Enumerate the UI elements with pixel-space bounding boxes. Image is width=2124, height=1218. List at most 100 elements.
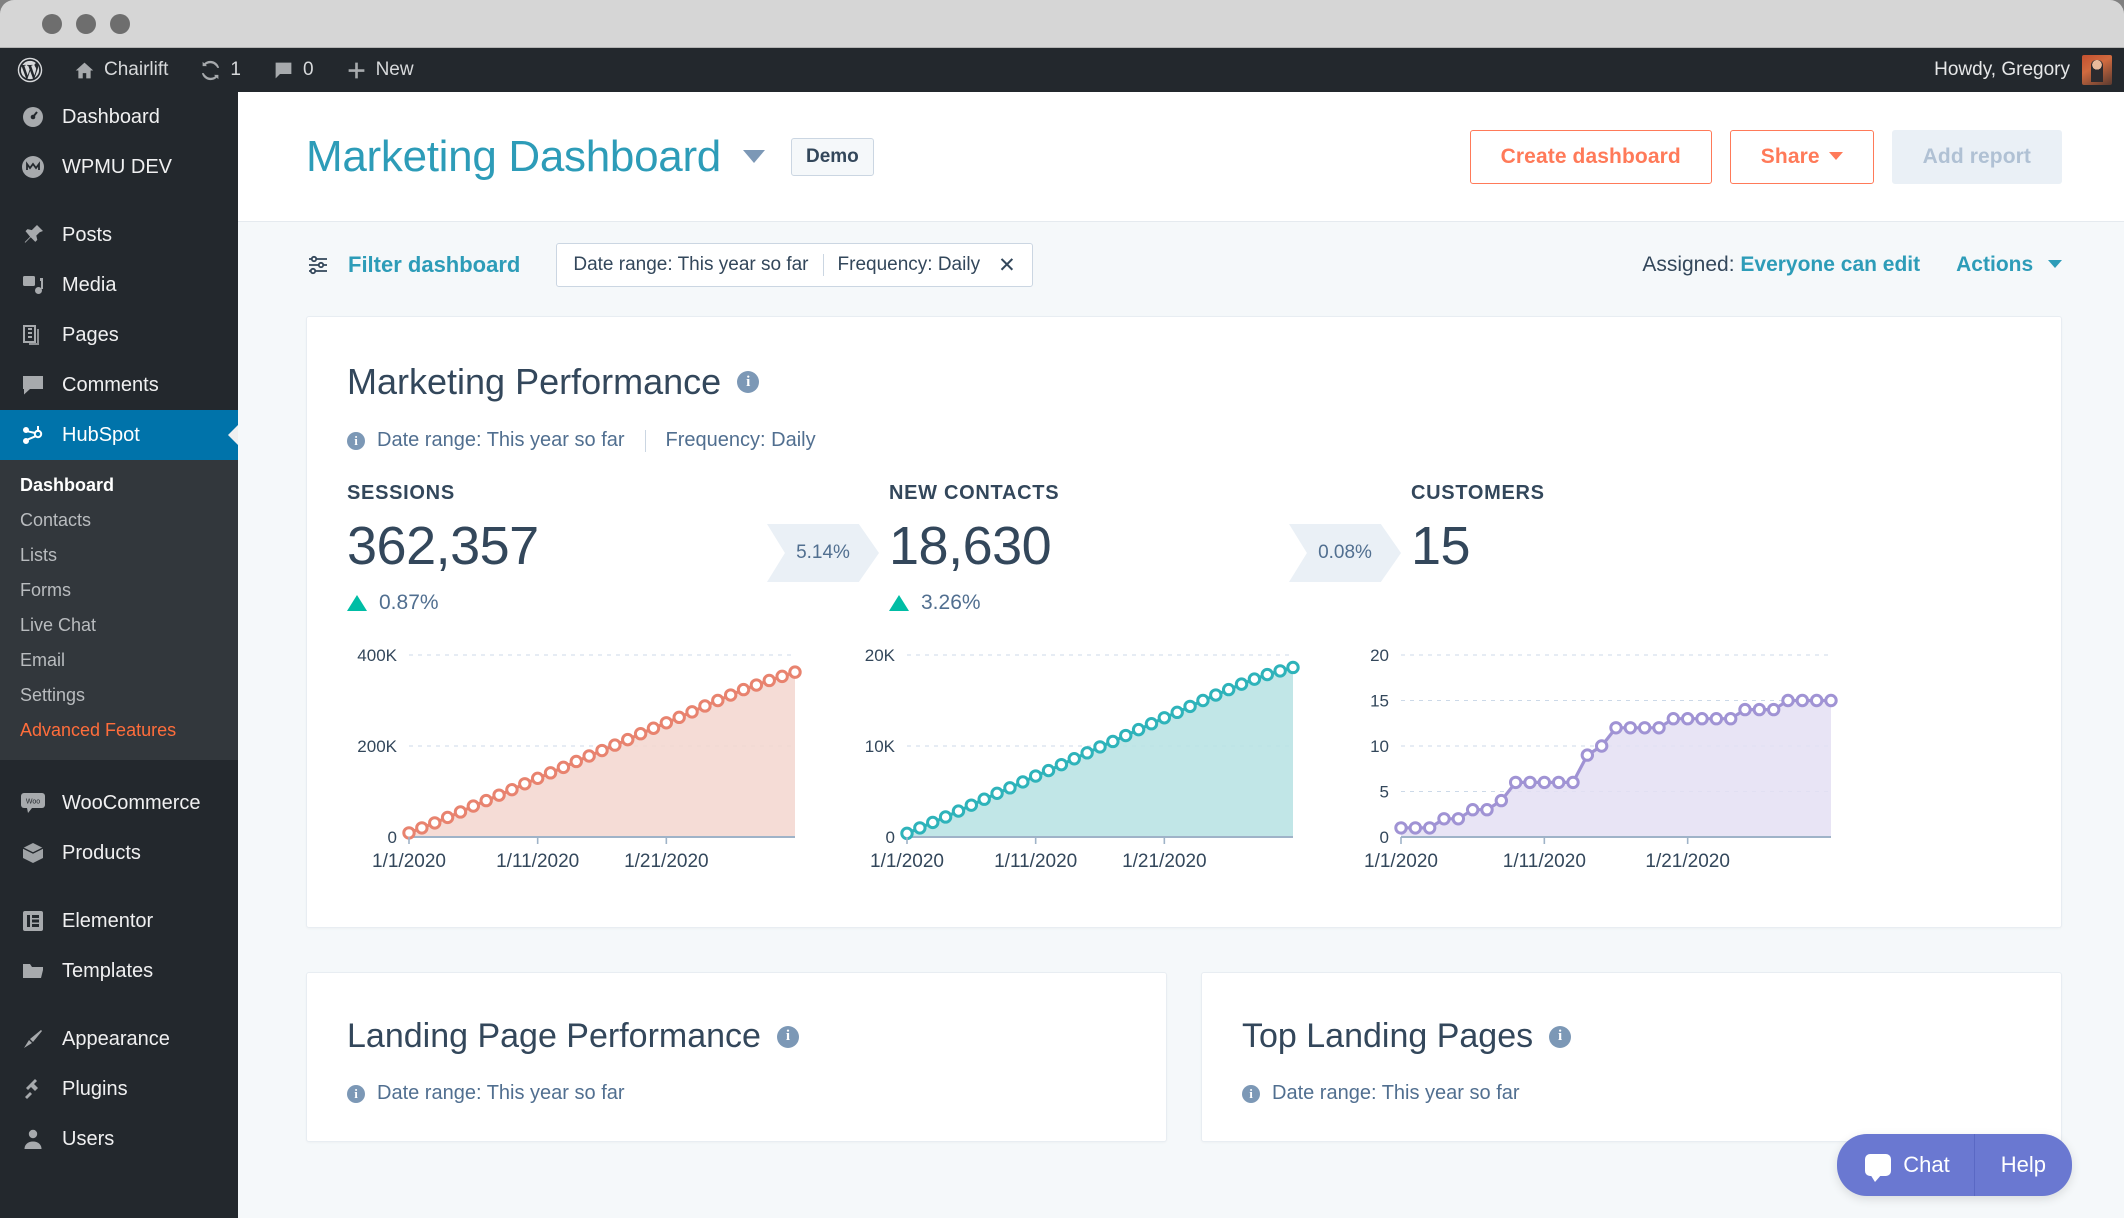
active-filters-chip[interactable]: Date range: This year so far Frequency: …: [556, 243, 1032, 287]
sidebar-item-pages[interactable]: Pages: [0, 310, 238, 360]
submenu-item-lists[interactable]: Lists: [0, 538, 238, 573]
info-icon[interactable]: i: [737, 371, 759, 393]
account-menu[interactable]: Howdy, Gregory: [1934, 55, 2124, 85]
wordpress-logo-menu[interactable]: [0, 48, 58, 92]
traffic-lights: [42, 14, 130, 34]
new-label: New: [376, 59, 414, 81]
card-title: Landing Page Performance i: [347, 1017, 1126, 1056]
share-button[interactable]: Share: [1730, 130, 1874, 184]
chevron-down-icon: [2048, 260, 2062, 268]
page-title[interactable]: Marketing Dashboard: [306, 132, 721, 182]
sidebar-item-label: Comments: [62, 374, 159, 397]
hubspot-submenu[interactable]: Dashboard Contacts Lists Forms Live Chat…: [0, 460, 238, 760]
create-dashboard-button[interactable]: Create dashboard: [1470, 130, 1712, 184]
woo-icon: Woo: [20, 790, 46, 816]
sidebar-item-hubspot[interactable]: HubSpot: [0, 410, 238, 460]
chat-button[interactable]: Chat: [1837, 1134, 1973, 1196]
add-report-button[interactable]: Add report: [1892, 130, 2062, 184]
svg-text:1/21/2020: 1/21/2020: [624, 851, 709, 872]
stat-delta-value: 3.26%: [921, 591, 981, 615]
sidebar-item-label: Dashboard: [62, 106, 160, 129]
submenu-item-contacts[interactable]: Contacts: [0, 503, 238, 538]
products-icon: [20, 840, 46, 866]
sidebar-item-plugins[interactable]: Plugins: [0, 1064, 238, 1114]
minimize-window-button[interactable]: [76, 14, 96, 34]
card-title-text: Marketing Performance: [347, 361, 721, 403]
card-meta-date-range: Date range: This year so far: [1272, 1082, 1520, 1105]
comment-bubble-icon: [273, 60, 294, 81]
triangle-up-icon: [347, 595, 367, 611]
brush-icon: [20, 1026, 46, 1052]
stat-value: 18,630: [889, 515, 1289, 577]
new-content-menu[interactable]: New: [330, 48, 430, 92]
sidebar-item-appearance[interactable]: Appearance: [0, 1014, 238, 1064]
sidebar-item-dashboard[interactable]: Dashboard: [0, 92, 238, 142]
filter-sliders-icon[interactable]: [306, 253, 330, 277]
updates-menu[interactable]: 1: [184, 48, 257, 92]
sidebar-item-label: Products: [62, 842, 141, 865]
svg-text:0: 0: [886, 828, 895, 847]
sidebar-item-label: Plugins: [62, 1078, 128, 1101]
card-title: Top Landing Pages i: [1242, 1017, 2021, 1056]
sidebar-item-templates[interactable]: Templates: [0, 946, 238, 996]
sidebar-divider: [0, 192, 238, 210]
sidebar-item-media[interactable]: Media: [0, 260, 238, 310]
submenu-item-dashboard[interactable]: Dashboard: [0, 468, 238, 503]
chip-divider: [823, 254, 824, 276]
actions-menu[interactable]: Actions: [1956, 253, 2062, 277]
sessions-chart[interactable]: 0200K400K1/1/20201/11/20201/21/2020: [347, 637, 827, 887]
top-landing-pages-card: Top Landing Pages i i Date range: This y…: [1201, 972, 2062, 1142]
browser-window-chrome: [0, 0, 2124, 48]
sidebar-item-label: Elementor: [62, 910, 153, 933]
assigned-value-link[interactable]: Everyone can edit: [1740, 253, 1920, 276]
submenu-item-advanced-features[interactable]: Advanced Features: [0, 713, 238, 748]
stats-row: SESSIONS 362,357 0.87% 5.14% NEW CONTACT…: [347, 482, 2017, 615]
site-name-label: Chairlift: [104, 59, 168, 81]
dashboard-header: Marketing Dashboard Demo Create dashboar…: [238, 92, 2124, 222]
chevron-down-icon[interactable]: [743, 150, 765, 163]
comments-menu[interactable]: 0: [257, 48, 330, 92]
svg-text:1/1/2020: 1/1/2020: [1364, 851, 1438, 872]
submenu-item-forms[interactable]: Forms: [0, 573, 238, 608]
admin-sidebar[interactable]: Dashboard WPMU DEV Posts Media Pages Com…: [0, 92, 238, 1218]
new-contacts-chart[interactable]: 010K20K1/1/20201/11/20201/21/2020: [845, 637, 1325, 887]
submenu-item-live-chat[interactable]: Live Chat: [0, 608, 238, 643]
sidebar-item-users[interactable]: Users: [0, 1114, 238, 1164]
sidebar-item-comments[interactable]: Comments: [0, 360, 238, 410]
sidebar-item-label: Templates: [62, 960, 153, 983]
chevron-down-icon: [1829, 152, 1843, 160]
sidebar-item-products[interactable]: Products: [0, 828, 238, 878]
svg-text:0: 0: [1380, 828, 1389, 847]
site-name-menu[interactable]: Chairlift: [58, 48, 184, 92]
stat-delta: 3.26%: [889, 591, 1289, 615]
close-icon[interactable]: ✕: [998, 255, 1016, 276]
home-icon: [74, 60, 95, 81]
customers-chart[interactable]: 051015201/1/20201/11/20201/21/2020: [1343, 637, 1863, 887]
info-icon: i: [347, 1085, 365, 1103]
chat-widget[interactable]: Chat Help: [1837, 1134, 2072, 1196]
assigned-group: Assigned: Everyone can edit: [1642, 253, 1920, 277]
submenu-item-email[interactable]: Email: [0, 643, 238, 678]
filter-dashboard-link[interactable]: Filter dashboard: [348, 252, 520, 278]
sidebar-item-label: Users: [62, 1128, 114, 1151]
sidebar-item-elementor[interactable]: Elementor: [0, 896, 238, 946]
stat-delta-value: 0.87%: [379, 591, 439, 615]
info-icon[interactable]: i: [777, 1026, 799, 1048]
dashboard-icon: [20, 104, 46, 130]
info-icon: i: [347, 432, 365, 450]
submenu-item-settings[interactable]: Settings: [0, 678, 238, 713]
sidebar-item-posts[interactable]: Posts: [0, 210, 238, 260]
card-title-text: Landing Page Performance: [347, 1017, 761, 1056]
info-icon[interactable]: i: [1549, 1026, 1571, 1048]
help-button[interactable]: Help: [1975, 1134, 2072, 1196]
maximize-window-button[interactable]: [110, 14, 130, 34]
plus-icon: [346, 60, 367, 81]
svg-text:200K: 200K: [357, 737, 397, 756]
sidebar-item-wpmu-dev[interactable]: WPMU DEV: [0, 142, 238, 192]
sidebar-divider: [0, 996, 238, 1014]
card-title-text: Top Landing Pages: [1242, 1017, 1533, 1056]
media-icon: [20, 272, 46, 298]
sidebar-item-woocommerce[interactable]: Woo WooCommerce: [0, 778, 238, 828]
stat-delta: 0.87%: [347, 591, 767, 615]
close-window-button[interactable]: [42, 14, 62, 34]
